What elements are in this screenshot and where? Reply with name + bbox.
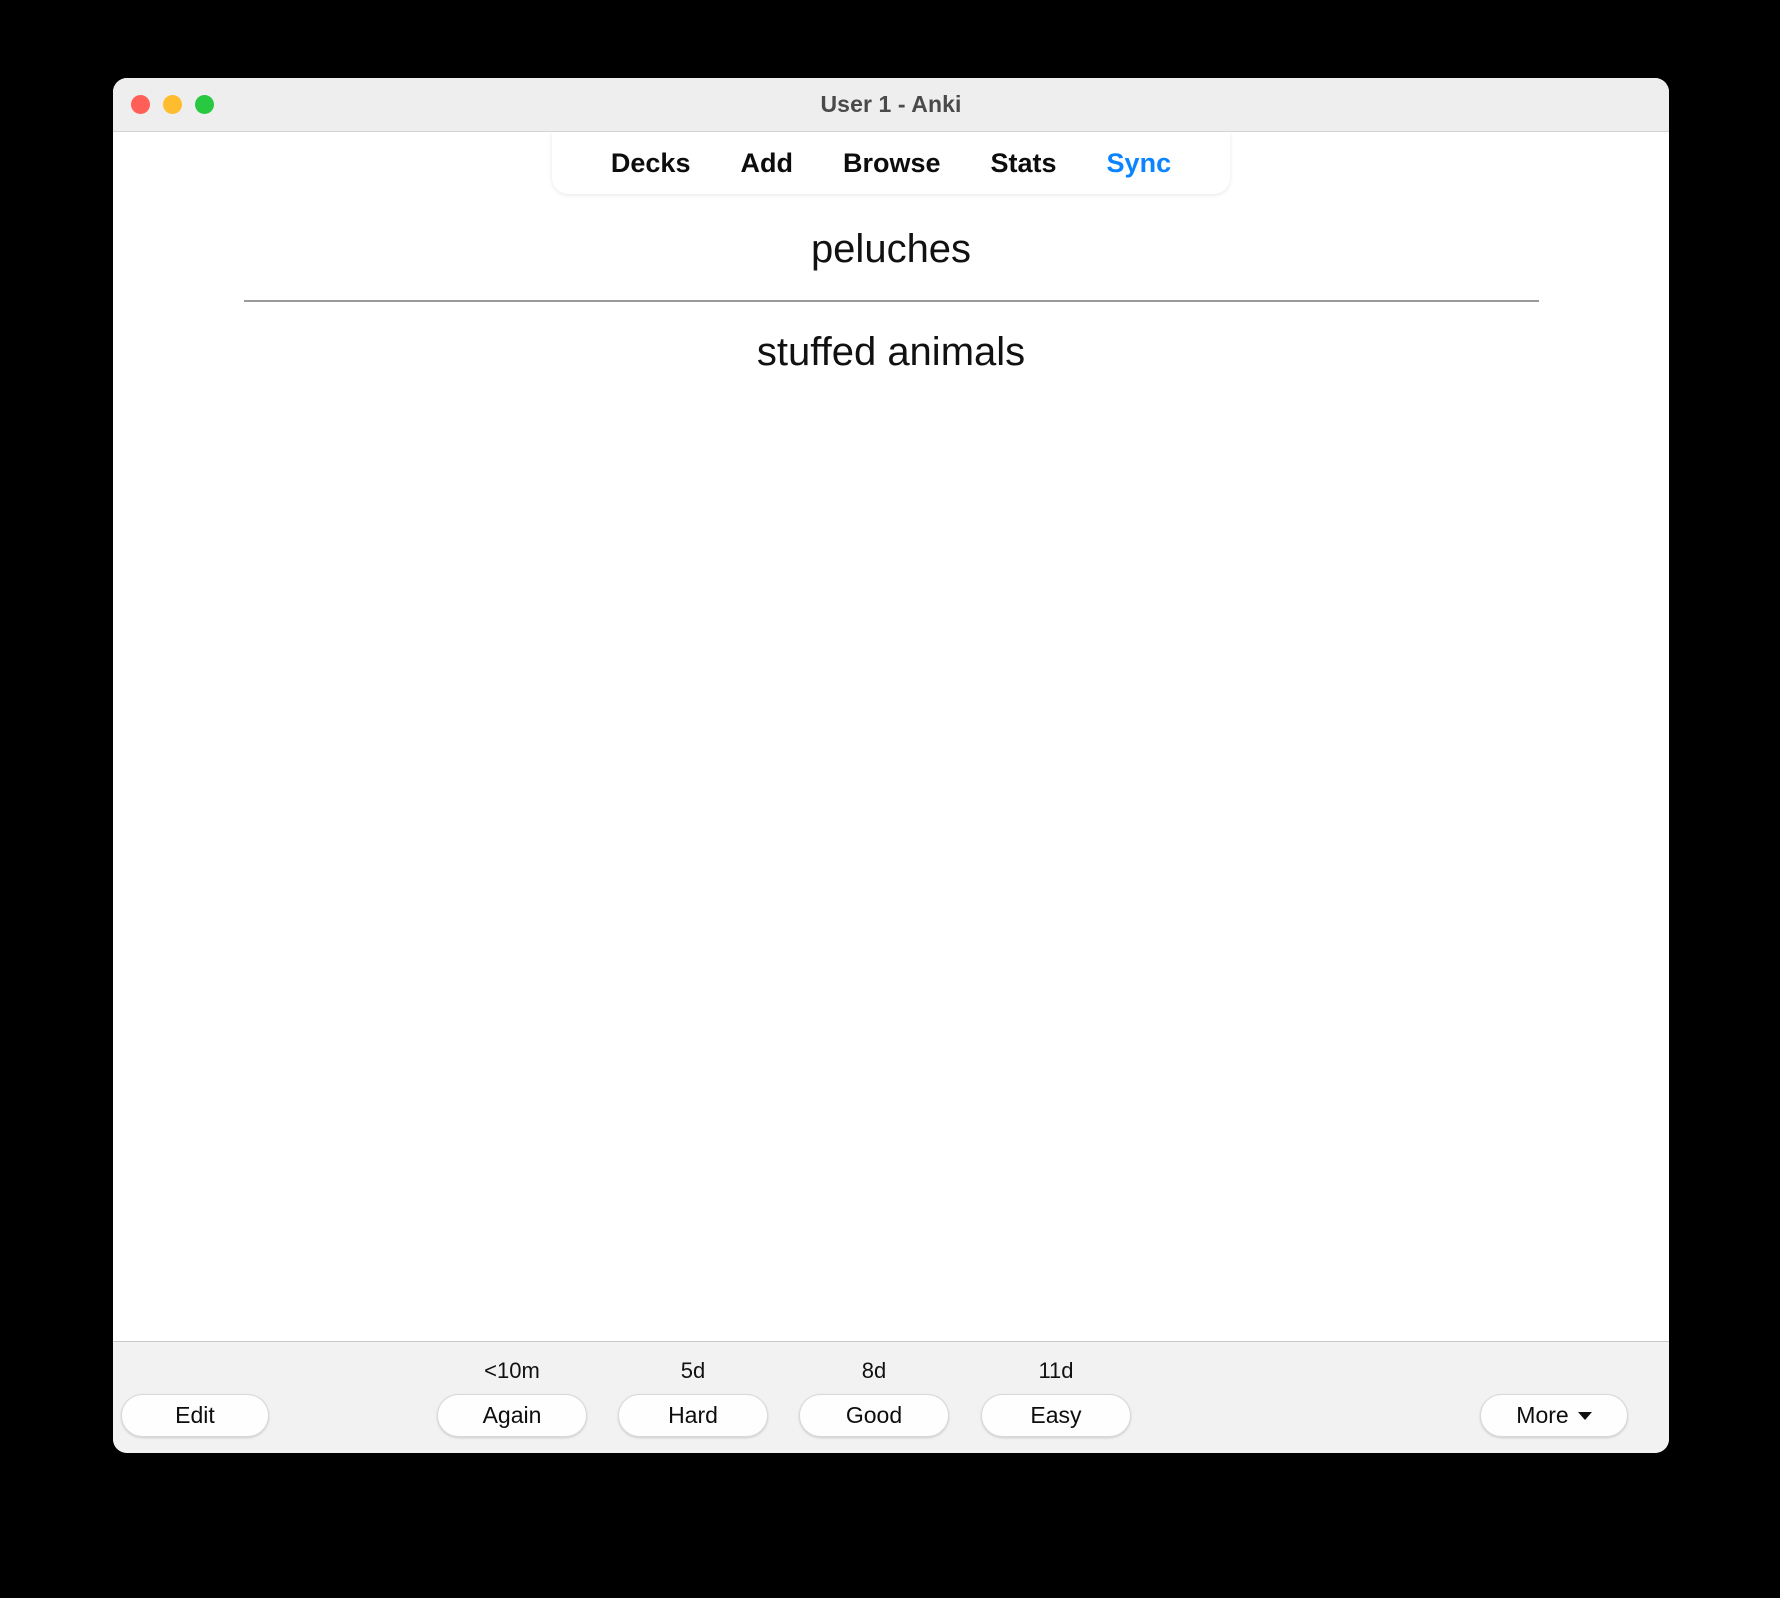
nav-item-decks[interactable]: Decks [586, 148, 716, 179]
hard-button[interactable]: Hard [618, 1394, 768, 1437]
easy-button[interactable]: Easy [981, 1394, 1131, 1437]
window-titlebar: User 1 - Anki [113, 78, 1669, 132]
minimize-window-button[interactable] [163, 95, 182, 114]
window-title: User 1 - Anki [820, 91, 962, 117]
nav-item-sync[interactable]: Sync [1082, 148, 1197, 179]
more-button[interactable]: More [1480, 1394, 1628, 1437]
card-answer-text: stuffed animals [756, 330, 1026, 374]
good-interval-label: 8d [861, 1358, 887, 1383]
more-button-label: More [1516, 1402, 1569, 1428]
easy-interval-label: 11d [1038, 1358, 1074, 1383]
top-navigation-wrapper: Decks Add Browse Stats Sync [113, 132, 1669, 196]
again-button[interactable]: Again [437, 1394, 587, 1437]
main-content-area: Decks Add Browse Stats Sync peluches stu… [113, 132, 1669, 1341]
card-qa-divider [243, 300, 1539, 302]
close-window-button[interactable] [131, 95, 150, 114]
card-review-area: peluches stuffed animals [113, 196, 1669, 1341]
chevron-down-icon [1577, 1411, 1592, 1420]
traffic-light-controls [131, 78, 214, 131]
review-bottom-bar: Edit <10m Again 5d Hard 8d Good 11d Easy… [113, 1341, 1669, 1453]
anki-main-window: User 1 - Anki Decks Add Browse Stats Syn… [113, 78, 1669, 1453]
again-interval-label: <10m [484, 1358, 540, 1383]
good-button[interactable]: Good [799, 1394, 949, 1437]
nav-item-browse[interactable]: Browse [818, 148, 966, 179]
card-question-text: peluches [810, 227, 972, 271]
edit-button[interactable]: Edit [121, 1394, 269, 1437]
nav-item-stats[interactable]: Stats [966, 148, 1082, 179]
nav-item-add[interactable]: Add [715, 148, 817, 179]
hard-interval-label: 5d [680, 1358, 706, 1383]
top-navigation-bar: Decks Add Browse Stats Sync [551, 132, 1231, 194]
maximize-window-button[interactable] [195, 95, 214, 114]
